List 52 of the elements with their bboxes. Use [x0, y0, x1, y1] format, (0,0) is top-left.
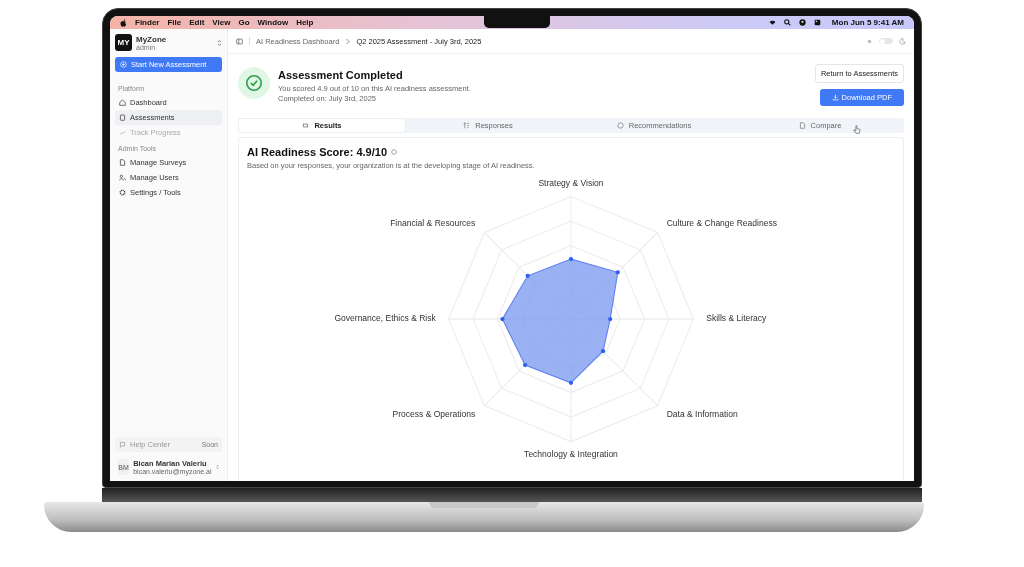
document-icon — [798, 122, 806, 129]
download-icon — [831, 94, 839, 101]
chevron-right-icon — [345, 37, 351, 45]
score-point — [615, 270, 620, 275]
trend-icon — [119, 129, 126, 136]
score-point — [600, 349, 606, 354]
menu-item[interactable]: Window — [257, 18, 289, 27]
team-name: MyZone — [136, 34, 168, 44]
score-point — [568, 380, 574, 385]
doc-icon — [119, 159, 126, 166]
plus-circle-icon — [120, 61, 127, 68]
axis-label: Data & Information — [666, 408, 738, 419]
menu-item[interactable]: Finder — [135, 18, 160, 27]
apple-logo-icon[interactable] — [120, 18, 127, 27]
check-circle-icon — [245, 74, 263, 92]
users-icon — [119, 174, 126, 181]
sort-icon — [463, 122, 471, 129]
axis-label: Governance, Ethics & Risk — [334, 313, 436, 324]
team-logo: MY — [115, 34, 132, 51]
axis-label: Culture & Change Readiness — [666, 217, 777, 228]
gear-icon — [119, 189, 126, 196]
wifi-icon[interactable] — [768, 19, 776, 26]
menu-item[interactable]: View — [212, 18, 231, 27]
menu-item[interactable]: Help — [296, 18, 314, 27]
score-point — [568, 256, 574, 262]
axis-label: Financial & Resources — [390, 217, 476, 228]
menu-item[interactable]: Go — [238, 18, 250, 27]
menu-clock: Mon Jun 5 9:41 AM — [831, 18, 904, 27]
axis-label: Technology & Integration — [524, 448, 618, 459]
axis-label: Skills & Literacy — [706, 313, 767, 324]
score-point — [608, 317, 613, 322]
sidebar-toggle-icon[interactable] — [236, 37, 243, 45]
menu-item[interactable]: File — [167, 18, 182, 27]
moon-icon — [899, 37, 906, 45]
circle-icon — [616, 122, 624, 129]
score-title: AI Readiness Score: 4.9/10 — [247, 146, 387, 158]
score-point — [500, 317, 505, 322]
camera-notch — [484, 16, 550, 28]
search-icon[interactable] — [783, 19, 791, 26]
control-center-icon[interactable] — [813, 19, 821, 26]
axis-label: Process & Operations — [392, 408, 476, 419]
menu-item[interactable]: Edit — [189, 18, 205, 27]
axis-label: Strategy & Vision — [538, 178, 604, 188]
user-circle-icon[interactable] — [798, 19, 806, 26]
theme-toggle[interactable] — [879, 38, 893, 44]
hand-cursor-icon — [853, 125, 861, 134]
score-point — [525, 273, 530, 278]
home-icon — [119, 99, 126, 106]
chevrons-icon[interactable] — [217, 38, 222, 47]
help-icon — [119, 441, 126, 448]
result-title: Assessment Completed — [278, 69, 404, 81]
score-point — [522, 362, 528, 368]
